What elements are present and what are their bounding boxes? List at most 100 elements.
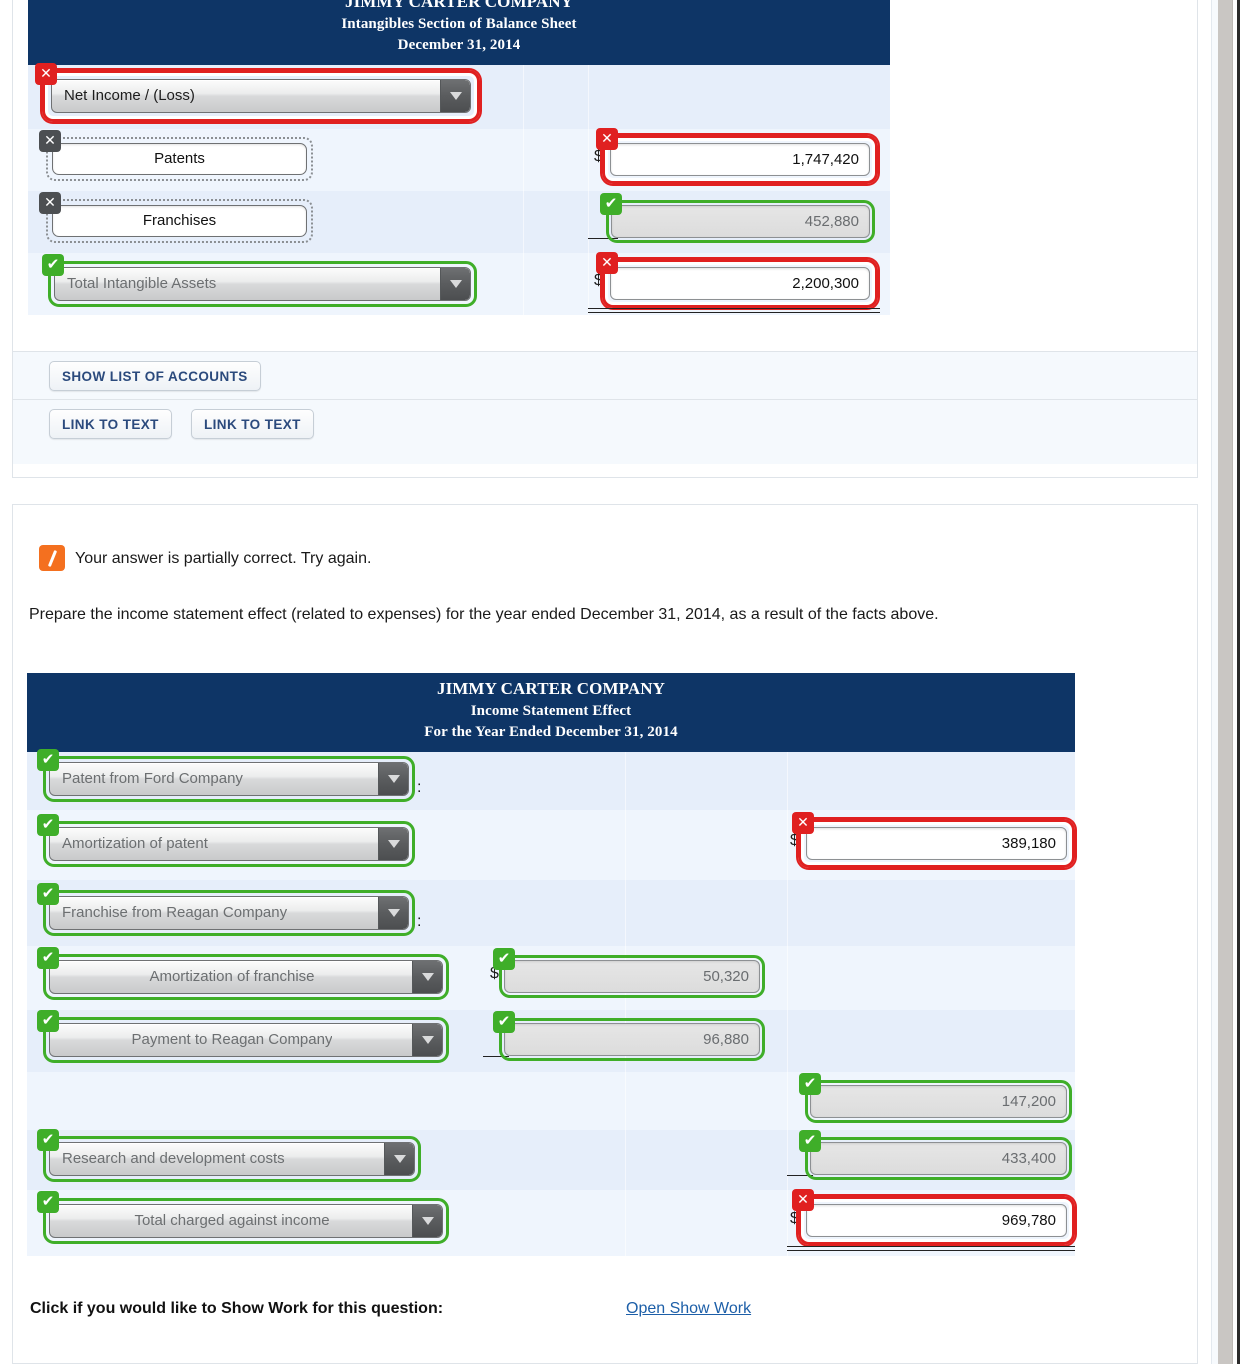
incorrect-badge-icon: ✕ bbox=[792, 811, 814, 834]
incorrect-badge-icon: ✕ bbox=[792, 1188, 814, 1211]
chevron-down-icon[interactable] bbox=[412, 960, 442, 993]
link-to-text-button-2[interactable]: LINK TO TEXT bbox=[191, 409, 314, 439]
show-list-of-accounts-button[interactable]: SHOW LIST OF ACCOUNTS bbox=[49, 361, 261, 391]
correct-badge-icon: ✔ bbox=[42, 253, 64, 276]
account-select-value: Net Income / (Loss) bbox=[64, 87, 195, 105]
scrollbar-track[interactable] bbox=[1218, 0, 1232, 1364]
table-row: ✔ 147,200 bbox=[27, 1071, 1075, 1130]
intangibles-statement-header: JIMMY CARTER COMPANY Intangibles Section… bbox=[28, 0, 890, 65]
income-statement-panel: Your answer is partially correct. Try ag… bbox=[12, 504, 1198, 1364]
account-select[interactable]: Franchise from Reagan Company bbox=[49, 895, 409, 930]
incorrect-badge-icon: ✕ bbox=[596, 251, 618, 274]
chevron-down-icon[interactable] bbox=[378, 896, 408, 929]
account-select[interactable]: Total Intangible Assets bbox=[54, 266, 471, 301]
table-row: ✕ Net Income / (Loss) bbox=[28, 62, 890, 129]
chevron-down-icon[interactable] bbox=[378, 762, 408, 795]
validation-ring-correct bbox=[606, 199, 875, 243]
total-rule-bottom bbox=[787, 1249, 1075, 1251]
incorrect-badge-icon: ✕ bbox=[39, 129, 61, 152]
account-select[interactable]: Net Income / (Loss) bbox=[51, 78, 471, 113]
account-select[interactable]: Patent from Ford Company bbox=[49, 761, 409, 796]
correct-badge-icon: ✔ bbox=[37, 1009, 59, 1032]
window-scrollbar[interactable] bbox=[1211, 0, 1240, 1364]
account-select-value: Patent from Ford Company bbox=[62, 770, 243, 788]
row-account-select-wrapper: ✔ Research and development costs bbox=[37, 1128, 421, 1182]
account-select-value: Total Intangible Assets bbox=[67, 275, 217, 293]
row-colon: : bbox=[417, 912, 422, 930]
table-row: ✔ Patent from Ford Company : bbox=[27, 748, 1075, 810]
row-amount-wrapper: ✔ 147,200 bbox=[799, 1072, 1072, 1123]
validation-ring-incorrect bbox=[798, 1195, 1075, 1245]
total-rule-bottom bbox=[588, 311, 880, 313]
show-work-label: Click if you would like to Show Work for… bbox=[30, 1300, 444, 1317]
validation-ring-correct bbox=[805, 1079, 1072, 1123]
table-row: ✔ Research and development costs ✔ 433,4… bbox=[27, 1128, 1075, 1190]
table-row: ✔ Amortization of patent $ ✕ 389,180 bbox=[27, 809, 1075, 880]
statement-title: Income Statement Effect bbox=[470, 703, 632, 720]
incorrect-badge-icon: ✕ bbox=[39, 191, 61, 214]
chevron-down-icon[interactable] bbox=[412, 1204, 442, 1237]
table-row: ✔ Franchise from Reagan Company : bbox=[27, 879, 1075, 946]
link-to-text-button-bar: LINK TO TEXT LINK TO TEXT bbox=[13, 399, 1197, 464]
link-to-text-button-1[interactable]: LINK TO TEXT bbox=[49, 409, 172, 439]
table-row: ✔ Total Intangible Assets $ ✕ 2,200,300 bbox=[28, 251, 890, 315]
validation-ring-correct bbox=[805, 1136, 1072, 1180]
total-rule-top bbox=[787, 1245, 1075, 1247]
correct-badge-icon: ✔ bbox=[37, 813, 59, 836]
row-amount-wrapper: ✔ 433,400 bbox=[799, 1129, 1072, 1180]
correct-badge-icon: ✔ bbox=[799, 1072, 821, 1095]
chevron-down-icon[interactable] bbox=[378, 827, 408, 860]
row-amount-wrapper: ✔ 50,320 bbox=[493, 947, 765, 998]
account-select-value: Research and development costs bbox=[62, 1150, 285, 1168]
statement-company-name: JIMMY CARTER COMPANY bbox=[344, 0, 574, 11]
row-account-text-wrapper: ✕ Patents bbox=[39, 129, 313, 181]
accounts-button-bar: SHOW LIST OF ACCOUNTS bbox=[13, 351, 1197, 399]
correct-badge-icon: ✔ bbox=[37, 946, 59, 969]
statement-company-name: JIMMY CARTER COMPANY bbox=[436, 679, 666, 698]
partially-correct-icon bbox=[39, 545, 65, 571]
account-select[interactable]: Total charged against income bbox=[49, 1203, 443, 1238]
chevron-down-icon[interactable] bbox=[384, 1142, 414, 1175]
account-select[interactable]: Amortization of patent bbox=[49, 826, 409, 861]
row-account-text-wrapper: ✕ Franchises bbox=[39, 191, 313, 243]
income-statement-table: JIMMY CARTER COMPANY Income Statement Ef… bbox=[27, 673, 1075, 1256]
incorrect-badge-icon: ✕ bbox=[35, 62, 57, 85]
statement-title: Intangibles Section of Balance Sheet bbox=[341, 16, 577, 33]
open-show-work-link[interactable]: Open Show Work bbox=[626, 1300, 751, 1318]
row-account-select-wrapper: ✔ Amortization of patent bbox=[37, 813, 415, 867]
account-select[interactable]: Payment to Reagan Company bbox=[49, 1022, 443, 1057]
statement-date: For the Year Ended December 31, 2014 bbox=[424, 724, 678, 741]
row-amount-wrapper: ✕ 969,780 bbox=[792, 1188, 1075, 1245]
row-amount-wrapper: ✔ 452,880 bbox=[600, 192, 875, 243]
table-row: ✕ Franchises ✔ 452,880 bbox=[28, 190, 890, 253]
feedback-message: Your answer is partially correct. Try ag… bbox=[75, 550, 372, 567]
account-select[interactable]: Research and development costs bbox=[49, 1141, 415, 1176]
chevron-down-icon[interactable] bbox=[440, 79, 470, 112]
table-row: ✔ Total charged against income $ ✕ 969,7… bbox=[27, 1188, 1075, 1256]
table-row: ✔ Amortization of franchise $ ✔ 50,320 bbox=[27, 945, 1075, 1010]
correct-badge-icon: ✔ bbox=[37, 1190, 59, 1213]
chevron-down-icon[interactable] bbox=[440, 267, 470, 300]
incorrect-badge-icon: ✕ bbox=[596, 127, 618, 150]
correct-badge-icon: ✔ bbox=[37, 882, 59, 905]
row-account-select-wrapper: ✔ Total Intangible Assets bbox=[42, 253, 477, 307]
validation-ring-dotted bbox=[46, 198, 313, 243]
table-row: ✕ Patents $ ✕ 1,747,420 bbox=[28, 127, 890, 191]
page-content-column: JIMMY CARTER COMPANY Intangibles Section… bbox=[0, 0, 1211, 1364]
row-account-select-wrapper: ✔ Franchise from Reagan Company bbox=[37, 882, 415, 936]
account-select-value: Amortization of patent bbox=[62, 835, 208, 853]
account-select-value: Franchise from Reagan Company bbox=[62, 904, 288, 922]
correct-badge-icon: ✔ bbox=[799, 1129, 821, 1152]
row-account-select-wrapper: ✔ Total charged against income bbox=[37, 1190, 449, 1244]
intangibles-statement-table: JIMMY CARTER COMPANY Intangibles Section… bbox=[28, 0, 890, 315]
validation-ring-correct bbox=[499, 954, 765, 998]
row-amount-wrapper: ✔ 96,880 bbox=[493, 1010, 765, 1061]
row-colon: : bbox=[417, 778, 422, 796]
total-rule-top bbox=[588, 307, 880, 309]
row-amount-wrapper: ✕ 2,200,300 bbox=[596, 251, 878, 308]
account-select-value: Amortization of franchise bbox=[149, 968, 315, 986]
correct-badge-icon: ✔ bbox=[37, 1128, 59, 1151]
chevron-down-icon[interactable] bbox=[412, 1023, 442, 1056]
account-select[interactable]: Amortization of franchise bbox=[49, 959, 443, 994]
row-account-select-wrapper: ✔ Amortization of franchise bbox=[37, 946, 449, 1000]
